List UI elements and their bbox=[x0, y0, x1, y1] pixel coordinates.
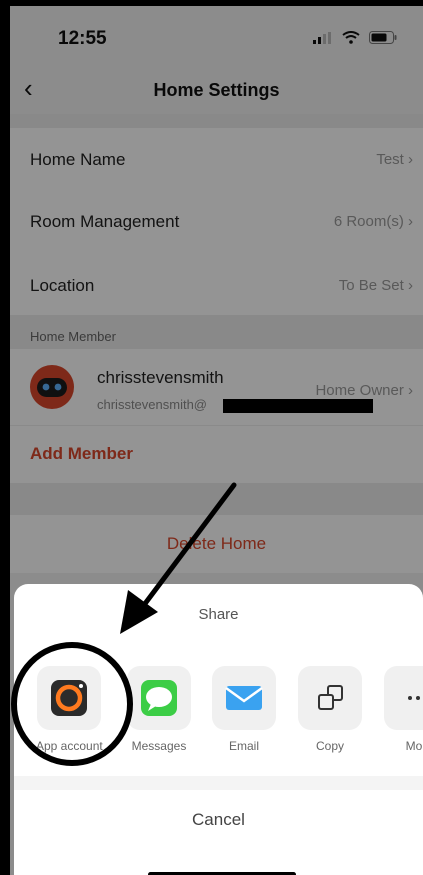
copy-icon bbox=[298, 666, 362, 730]
share-option-copy[interactable]: Copy bbox=[297, 666, 363, 753]
share-option-messages[interactable]: Messages bbox=[126, 666, 192, 753]
share-sheet: Share App account Messages Email Copy Mo… bbox=[14, 584, 423, 875]
cancel-button[interactable]: Cancel bbox=[14, 810, 423, 830]
more-icon bbox=[384, 666, 423, 730]
phone-screen: 12:55 ‹ Home Settings Home Name Test › R… bbox=[10, 6, 423, 875]
app-account-label: App account bbox=[36, 739, 103, 753]
share-option-more[interactable]: Mor bbox=[383, 666, 423, 753]
copy-label: Copy bbox=[315, 739, 344, 753]
share-option-app-account[interactable]: App account bbox=[36, 666, 103, 753]
share-option-email[interactable]: Email bbox=[211, 666, 277, 753]
app-account-icon bbox=[37, 666, 101, 730]
email-icon bbox=[212, 666, 276, 730]
sheet-divider bbox=[14, 776, 423, 790]
email-label: Email bbox=[228, 739, 259, 753]
messages-label: Messages bbox=[131, 739, 187, 753]
messages-icon bbox=[127, 666, 191, 730]
more-label: Mor bbox=[405, 739, 423, 753]
share-title: Share bbox=[198, 606, 239, 623]
